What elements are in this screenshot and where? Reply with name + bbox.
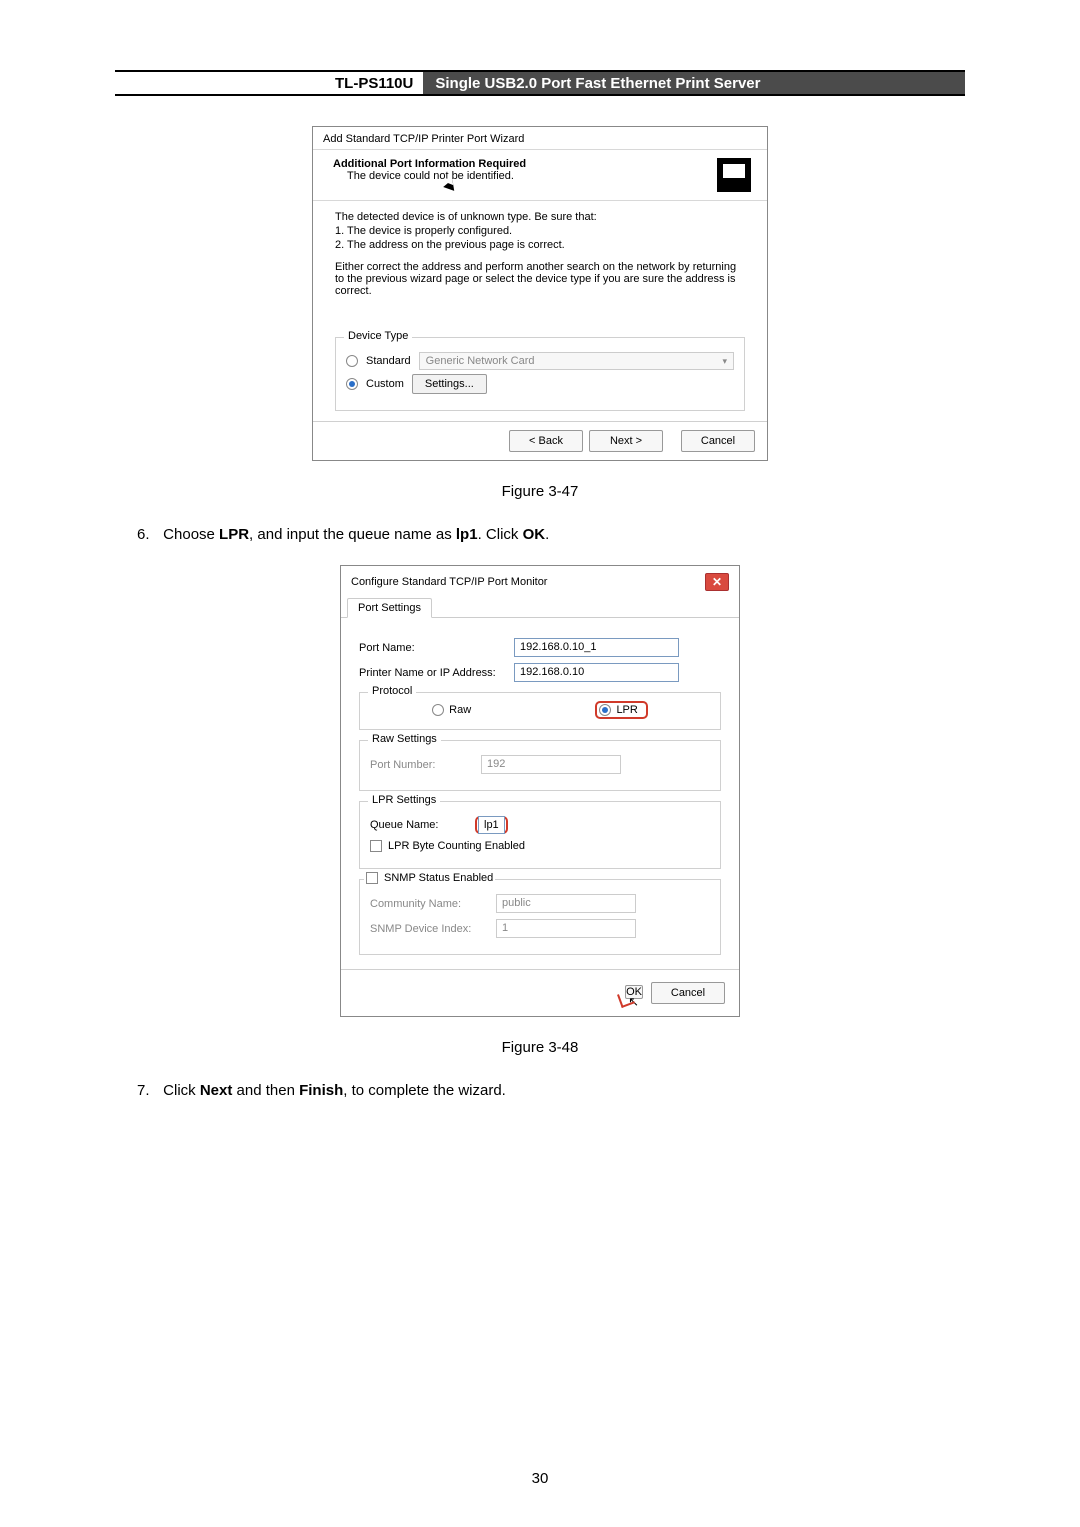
lpr-highlight: LPR	[595, 701, 647, 719]
step6-mid: , and input the queue name as	[249, 526, 456, 543]
lpr-byte-label: LPR Byte Counting Enabled	[388, 840, 525, 852]
protocol-group: Protocol Raw LPR	[359, 692, 721, 730]
figure-48-label: Figure 3-48	[115, 1039, 965, 1056]
cursor-icon	[443, 179, 459, 194]
step6-pre: Choose	[163, 526, 219, 543]
port-number-label: Port Number:	[370, 759, 475, 771]
info-line1: The detected device is of unknown type. …	[335, 211, 745, 223]
dialog2-title: Configure Standard TCP/IP Port Monitor	[351, 576, 547, 588]
standard-dropdown: Generic Network Card ▾	[419, 352, 734, 370]
snmp-group: SNMP Status Enabled Community Name: publ…	[359, 879, 721, 955]
close-icon[interactable]: ✕	[705, 573, 729, 591]
dialog-title: Add Standard TCP/IP Printer Port Wizard	[313, 127, 767, 145]
lpr-settings-legend: LPR Settings	[368, 794, 440, 806]
raw-settings-group: Raw Settings Port Number: 192	[359, 740, 721, 791]
chevron-down-icon: ▾	[722, 356, 727, 367]
step-7: 7. Click Next and then Finish, to comple…	[137, 1082, 965, 1099]
next-button[interactable]: Next >	[589, 430, 663, 452]
step6-b2: lp1	[456, 526, 478, 543]
snmp-index-label: SNMP Device Index:	[370, 923, 490, 935]
figure-47-label: Figure 3-47	[115, 483, 965, 500]
ok-button-wrap: OK ↖	[625, 982, 643, 1004]
port-name-input[interactable]: 192.168.0.10_1	[514, 638, 679, 657]
tab-row: Port Settings	[341, 597, 739, 618]
printer-ip-input[interactable]: 192.168.0.10	[514, 663, 679, 682]
lpr-radio[interactable]	[599, 704, 611, 716]
queue-highlight: lp1	[475, 816, 508, 834]
info-line3: 2. The address on the previous page is c…	[335, 239, 745, 251]
step7-num: 7.	[137, 1082, 159, 1099]
custom-label: Custom	[366, 378, 404, 390]
step7-b2: Finish	[299, 1082, 343, 1099]
step6-b1: LPR	[219, 526, 249, 543]
cancel-button-2[interactable]: Cancel	[651, 982, 725, 1004]
standard-dropdown-value: Generic Network Card	[426, 355, 535, 367]
raw-radio[interactable]	[432, 704, 444, 716]
custom-radio[interactable]	[346, 378, 358, 390]
community-label: Community Name:	[370, 898, 490, 910]
model-label: TL-PS110U	[115, 72, 423, 94]
step-6: 6. Choose LPR, and input the queue name …	[137, 526, 965, 543]
lpr-byte-checkbox[interactable]	[370, 840, 382, 852]
snmp-index-input: 1	[496, 919, 636, 938]
standard-radio[interactable]	[346, 355, 358, 367]
standard-label: Standard	[366, 355, 411, 367]
printer-icon	[717, 158, 751, 192]
port-monitor-dialog: Configure Standard TCP/IP Port Monitor ✕…	[340, 565, 740, 1017]
tab-port-settings[interactable]: Port Settings	[347, 598, 432, 618]
protocol-legend: Protocol	[368, 685, 416, 697]
settings-button[interactable]: Settings...	[412, 374, 487, 394]
device-type-legend: Device Type	[344, 330, 412, 342]
doc-header: TL-PS110U Single USB2.0 Port Fast Ethern…	[115, 70, 965, 96]
port-number-input: 192	[481, 755, 621, 774]
header-sub: The device could not be identified.	[333, 170, 514, 182]
step7-pre: Click	[163, 1082, 200, 1099]
back-button[interactable]: < Back	[509, 430, 583, 452]
step6-end: .	[545, 526, 549, 543]
step7-b1: Next	[200, 1082, 233, 1099]
port-name-label: Port Name:	[359, 642, 514, 654]
info-line2: 1. The device is properly configured.	[335, 225, 745, 237]
wizard-dialog: Add Standard TCP/IP Printer Port Wizard …	[312, 126, 768, 461]
page-number: 30	[0, 1470, 1080, 1487]
snmp-status-checkbox[interactable]	[366, 872, 378, 884]
community-input: public	[496, 894, 636, 913]
step7-mid: and then	[232, 1082, 299, 1099]
doc-title: Single USB2.0 Port Fast Ethernet Print S…	[423, 72, 965, 94]
printer-ip-label: Printer Name or IP Address:	[359, 667, 514, 679]
lpr-settings-group: LPR Settings Queue Name: lp1 LPR Byte Co…	[359, 801, 721, 869]
cancel-button[interactable]: Cancel	[681, 430, 755, 452]
raw-label: Raw	[449, 704, 471, 716]
device-type-group: Device Type Standard Generic Network Car…	[335, 337, 745, 411]
info-para2: Either correct the address and perform a…	[335, 261, 745, 297]
queue-name-input[interactable]: lp1	[478, 816, 505, 834]
raw-settings-legend: Raw Settings	[368, 733, 441, 745]
snmp-status-label: SNMP Status Enabled	[384, 872, 493, 884]
queue-name-label: Queue Name:	[370, 819, 475, 831]
step6-num: 6.	[137, 526, 159, 543]
step6-mid2: . Click	[478, 526, 523, 543]
step7-end: , to complete the wizard.	[343, 1082, 506, 1099]
snmp-status-legend: SNMP Status Enabled	[364, 872, 495, 884]
cursor-icon: ↖	[628, 994, 639, 1010]
dialog-header: Additional Port Information Required The…	[313, 149, 767, 201]
step6-b3: OK	[523, 526, 546, 543]
header-bold: Additional Port Information Required	[333, 158, 526, 170]
lpr-label: LPR	[616, 704, 637, 716]
